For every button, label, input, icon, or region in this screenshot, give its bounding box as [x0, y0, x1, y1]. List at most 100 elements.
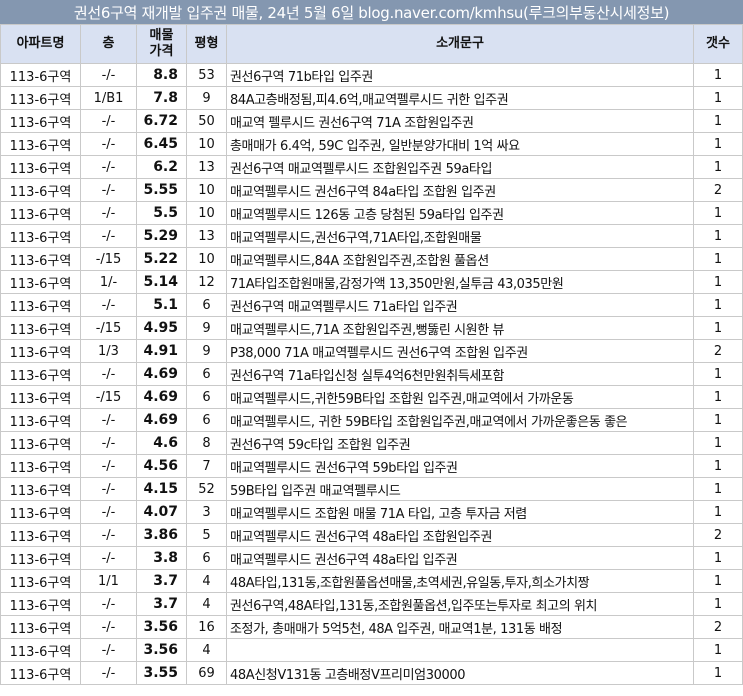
apartment-name-cell: 113-6구역 — [0, 155, 81, 179]
apartment-name-cell: 113-6구역 — [0, 86, 81, 110]
size-cell: 5 — [186, 523, 227, 547]
floor-cell: -/- — [80, 155, 137, 179]
description-cell: 조정가, 총매매가 5억5천, 48A 입주권, 매교역1분, 131동 배정 — [226, 615, 694, 639]
count-cell: 2 — [693, 615, 743, 639]
size-cell: 69 — [186, 661, 227, 685]
description-cell: 권선6구역 71a타입신청 실투4억6천만원취득세포함 — [226, 362, 694, 386]
table-row: 113-6구역 -/- 6.2 13 권선6구역 매교역펠루시드 조합원입주권 59a타… — [0, 155, 743, 179]
apartment-name-cell: 113-6구역 — [0, 454, 81, 478]
price-cell: 4.07 — [136, 500, 187, 524]
count-cell: 1 — [693, 546, 743, 570]
table-row: 113-6구역 -/- 3.56 4 1 — [0, 638, 743, 662]
description-cell: 매교역펠루시드 126동 고층 당첨된 59a타입 입주권 — [226, 201, 694, 225]
price-cell: 8.8 — [136, 63, 187, 87]
count-cell: 1 — [693, 132, 743, 156]
listings-table: 아파트명 층 매물 가격 평형 소개문구 갯수 113-6구역 -/- 8.8 53 권선… — [0, 24, 743, 685]
price-cell: 3.55 — [136, 661, 187, 685]
price-cell: 6.72 — [136, 109, 187, 133]
size-cell: 53 — [186, 63, 227, 87]
table-row: 113-6구역 1/B1 7.8 9 84A고층배정됨,피4.6억,매교역펠루시드 귀한… — [0, 86, 743, 110]
count-cell: 1 — [693, 86, 743, 110]
description-cell: 매교역펠루시드 권선6구역 84a타입 조합원 입주권 — [226, 178, 694, 202]
header-price: 매물 가격 — [136, 24, 187, 64]
table-row: 113-6구역 -/- 5.1 6 권선6구역 매교역펠루시드 71a타입 입주권 1 — [0, 293, 743, 317]
apartment-name-cell: 113-6구역 — [0, 661, 81, 685]
table-row: 113-6구역 -/15 4.95 9 매교역펠루시드,71A 조합원입주권,뻥뚫린 시… — [0, 316, 743, 340]
table-row: 113-6구역 1/3 4.91 9 P38,000 71A 매교역펠루시드 권선6구역… — [0, 339, 743, 363]
header-description: 소개문구 — [226, 24, 694, 64]
floor-cell: -/- — [80, 523, 137, 547]
size-cell: 4 — [186, 592, 227, 616]
table-row: 113-6구역 1/1 3.7 4 48A타입,131동,조합원풀옵션매물,초역세권,유… — [0, 569, 743, 593]
description-cell: P38,000 71A 매교역펠루시드 권선6구역 조합원 입주권 — [226, 339, 694, 363]
price-cell: 5.5 — [136, 201, 187, 225]
size-cell: 3 — [186, 500, 227, 524]
description-cell: 매교역펠루시드,귀한59B타입 조합원 입주권,매교역에서 가까운동 — [226, 385, 694, 409]
description-cell: 권선6구역 71b타입 입주권 — [226, 63, 694, 87]
description-cell: 매교역펠루시드 권선6구역 48a타입 입주권 — [226, 546, 694, 570]
floor-cell: -/- — [80, 592, 137, 616]
price-cell: 7.8 — [136, 86, 187, 110]
apartment-name-cell: 113-6구역 — [0, 385, 81, 409]
table-row: 113-6구역 -/- 4.07 3 매교역펠루시드 조합원 매물 71A 타입, 고층… — [0, 500, 743, 524]
floor-cell: -/- — [80, 477, 137, 501]
apartment-name-cell: 113-6구역 — [0, 408, 81, 432]
description-cell: 총매매가 6.4억, 59C 입주권, 일반분양가대비 1억 싸요 — [226, 132, 694, 156]
size-cell: 9 — [186, 316, 227, 340]
table-row: 113-6구역 -/- 4.15 52 59B타입 입주권 매교역펠루시드 1 — [0, 477, 743, 501]
count-cell: 1 — [693, 408, 743, 432]
floor-cell: -/- — [80, 431, 137, 455]
apartment-name-cell: 113-6구역 — [0, 339, 81, 363]
floor-cell: -/15 — [80, 316, 137, 340]
floor-cell: -/- — [80, 408, 137, 432]
count-cell: 1 — [693, 477, 743, 501]
description-cell: 48A타입,131동,조합원풀옵션매물,초역세권,유일동,투자,희소가치짱 — [226, 569, 694, 593]
price-cell: 4.69 — [136, 362, 187, 386]
price-cell: 4.56 — [136, 454, 187, 478]
floor-cell: -/- — [80, 224, 137, 248]
description-cell: 매교역펠루시드,권선6구역,71A타입,조합원매물 — [226, 224, 694, 248]
price-cell: 5.55 — [136, 178, 187, 202]
apartment-name-cell: 113-6구역 — [0, 109, 81, 133]
price-cell: 3.8 — [136, 546, 187, 570]
header-count: 갯수 — [693, 24, 743, 64]
description-cell: 권선6구역 59c타입 조합원 입주권 — [226, 431, 694, 455]
table-row: 113-6구역 -/- 3.56 16 조정가, 총매매가 5억5천, 48A 입주권,… — [0, 615, 743, 639]
floor-cell: -/- — [80, 546, 137, 570]
apartment-name-cell: 113-6구역 — [0, 316, 81, 340]
price-cell: 3.56 — [136, 615, 187, 639]
size-cell: 10 — [186, 201, 227, 225]
floor-cell: 1/1 — [80, 569, 137, 593]
description-cell: 매교역펠루시드,71A 조합원입주권,뻥뚫린 시원한 뷰 — [226, 316, 694, 340]
apartment-name-cell: 113-6구역 — [0, 638, 81, 662]
count-cell: 1 — [693, 362, 743, 386]
header-price-line1: 매물 — [149, 28, 174, 43]
table-row: 113-6구역 -/- 5.55 10 매교역펠루시드 권선6구역 84a타입 조합원 … — [0, 178, 743, 202]
count-cell: 1 — [693, 569, 743, 593]
header-floor: 층 — [80, 24, 137, 64]
apartment-name-cell: 113-6구역 — [0, 293, 81, 317]
floor-cell: -/- — [80, 109, 137, 133]
floor-cell: -/- — [80, 293, 137, 317]
price-cell: 3.56 — [136, 638, 187, 662]
size-cell: 50 — [186, 109, 227, 133]
floor-cell: 1/B1 — [80, 86, 137, 110]
table-row: 113-6구역 -/15 5.22 10 매교역펠루시드,84A 조합원입주권,조합원 … — [0, 247, 743, 271]
description-cell: 권선6구역 매교역펠루시드 조합원입주권 59a타입 — [226, 155, 694, 179]
price-cell: 6.2 — [136, 155, 187, 179]
count-cell: 2 — [693, 178, 743, 202]
size-cell: 16 — [186, 615, 227, 639]
count-cell: 2 — [693, 523, 743, 547]
price-cell: 6.45 — [136, 132, 187, 156]
floor-cell: -/- — [80, 178, 137, 202]
count-cell: 1 — [693, 109, 743, 133]
table-row: 113-6구역 1/- 5.14 12 71A타입조합원매물,감정가액 13,350만원… — [0, 270, 743, 294]
price-cell: 3.7 — [136, 569, 187, 593]
apartment-name-cell: 113-6구역 — [0, 523, 81, 547]
size-cell: 7 — [186, 454, 227, 478]
description-cell: 71A타입조합원매물,감정가액 13,350만원,실투금 43,035만원 — [226, 270, 694, 294]
apartment-name-cell: 113-6구역 — [0, 546, 81, 570]
price-cell: 5.22 — [136, 247, 187, 271]
size-cell: 6 — [186, 546, 227, 570]
price-cell: 3.7 — [136, 592, 187, 616]
